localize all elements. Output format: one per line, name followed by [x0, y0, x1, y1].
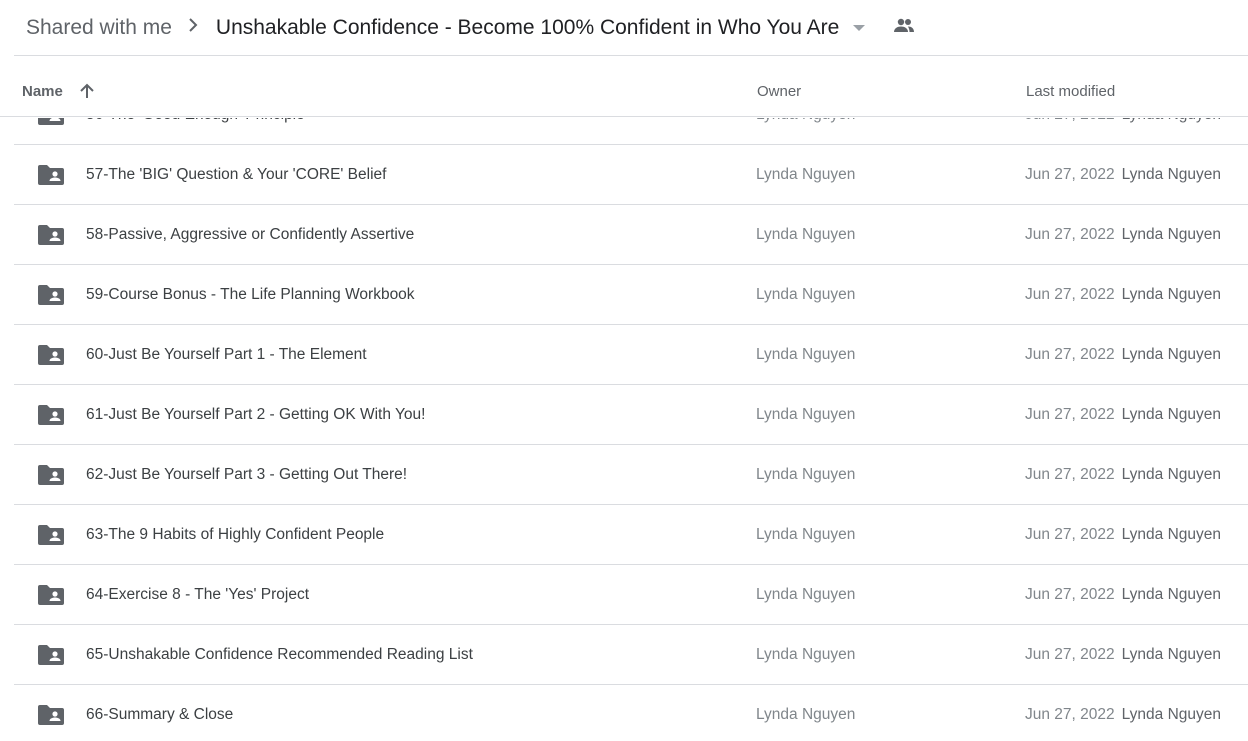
modified-by: Lynda Nguyen — [1121, 226, 1222, 243]
modified-date: Jun 27, 2022 — [1025, 406, 1115, 423]
modified-date: Jun 27, 2022 — [1025, 346, 1115, 363]
shared-folder-icon — [38, 165, 64, 190]
table-row[interactable]: 63-The 9 Habits of Highly Confident Peop… — [14, 505, 1248, 565]
last-modified: Jun 27, 2022 Lynda Nguyen — [1025, 706, 1221, 724]
modified-date: Jun 27, 2022 — [1025, 466, 1115, 483]
shared-folder-icon — [38, 645, 64, 670]
file-list: 56-The 'Good Enough' Principle Lynda Ngu… — [0, 118, 1248, 741]
file-name[interactable]: 61-Just Be Yourself Part 2 - Getting OK … — [86, 406, 425, 424]
file-name[interactable]: 59-Course Bonus - The Life Planning Work… — [86, 286, 415, 304]
file-name[interactable]: 65-Unshakable Confidence Recommended Rea… — [86, 646, 473, 664]
column-last-modified[interactable]: Last modified — [1026, 83, 1115, 100]
modified-date: Jun 27, 2022 — [1025, 118, 1115, 123]
owner: Lynda Nguyen — [756, 646, 856, 663]
column-header: Name Owner Last modified — [0, 70, 1248, 117]
breadcrumb: Shared with me Unshakable Confidence - B… — [0, 0, 1248, 55]
file-name[interactable]: 60-Just Be Yourself Part 1 - The Element — [86, 346, 367, 364]
modified-by: Lynda Nguyen — [1121, 586, 1222, 603]
modified-by: Lynda Nguyen — [1121, 466, 1222, 483]
modified-date: Jun 27, 2022 — [1025, 166, 1115, 183]
table-row[interactable]: 56-The 'Good Enough' Principle Lynda Ngu… — [14, 118, 1248, 145]
file-name[interactable]: 57-The 'BIG' Question & Your 'CORE' Beli… — [86, 166, 386, 184]
table-row[interactable]: 66-Summary & Close Lynda Nguyen Jun 27, … — [14, 685, 1248, 741]
modified-by: Lynda Nguyen — [1122, 118, 1221, 123]
last-modified: Jun 27, 2022 Lynda Nguyen — [1025, 286, 1221, 304]
last-modified: Jun 27, 2022 Lynda Nguyen — [1025, 526, 1221, 544]
table-row[interactable]: 62-Just Be Yourself Part 3 - Getting Out… — [14, 445, 1248, 505]
shared-folder-icon — [38, 118, 64, 130]
last-modified: Jun 27, 2022 Lynda Nguyen — [1025, 646, 1221, 664]
owner: Lynda Nguyen — [756, 466, 856, 483]
chevron-right-icon — [188, 16, 198, 39]
table-row[interactable]: 57-The 'BIG' Question & Your 'CORE' Beli… — [14, 145, 1248, 205]
table-row[interactable]: 60-Just Be Yourself Part 1 - The Element… — [14, 325, 1248, 385]
table-row[interactable]: 65-Unshakable Confidence Recommended Rea… — [14, 625, 1248, 685]
file-name[interactable]: 58-Passive, Aggressive or Confidently As… — [86, 226, 414, 244]
table-row[interactable]: 64-Exercise 8 - The 'Yes' Project Lynda … — [14, 565, 1248, 625]
file-name[interactable]: 64-Exercise 8 - The 'Yes' Project — [86, 586, 309, 604]
owner: Lynda Nguyen — [756, 166, 856, 183]
table-row[interactable]: 61-Just Be Yourself Part 2 - Getting OK … — [14, 385, 1248, 445]
shared-folder-icon — [38, 585, 64, 610]
people-icon[interactable] — [893, 17, 915, 38]
last-modified: Jun 27, 2022 Lynda Nguyen — [1025, 226, 1221, 244]
shared-folder-icon — [38, 465, 64, 490]
last-modified: Jun 27, 2022 Lynda Nguyen — [1025, 118, 1221, 124]
shared-folder-icon — [38, 225, 64, 250]
breadcrumb-current-folder[interactable]: Unshakable Confidence - Become 100% Conf… — [216, 16, 839, 40]
modified-date: Jun 27, 2022 — [1025, 706, 1115, 723]
modified-date: Jun 27, 2022 — [1025, 646, 1115, 663]
breadcrumb-shared-with-me[interactable]: Shared with me — [26, 16, 172, 40]
arrow-up-icon[interactable] — [78, 82, 96, 104]
modified-date: Jun 27, 2022 — [1025, 526, 1115, 543]
file-name[interactable]: 62-Just Be Yourself Part 3 - Getting Out… — [86, 466, 407, 484]
column-owner[interactable]: Owner — [757, 83, 801, 100]
file-name[interactable]: 56-The 'Good Enough' Principle — [86, 118, 305, 124]
shared-folder-icon — [38, 525, 64, 550]
last-modified: Jun 27, 2022 Lynda Nguyen — [1025, 346, 1221, 364]
modified-date: Jun 27, 2022 — [1025, 586, 1115, 603]
modified-by: Lynda Nguyen — [1121, 346, 1222, 363]
last-modified: Jun 27, 2022 Lynda Nguyen — [1025, 466, 1221, 484]
owner: Lynda Nguyen — [756, 526, 856, 543]
column-name[interactable]: Name — [22, 83, 63, 100]
modified-by: Lynda Nguyen — [1121, 406, 1222, 423]
owner: Lynda Nguyen — [756, 286, 856, 303]
modified-by: Lynda Nguyen — [1121, 526, 1222, 543]
shared-folder-icon — [38, 705, 64, 730]
modified-date: Jun 27, 2022 — [1025, 226, 1115, 243]
caret-down-icon[interactable] — [853, 24, 866, 31]
shared-folder-icon — [38, 405, 64, 430]
shared-folder-icon — [38, 345, 64, 370]
owner: Lynda Nguyen — [756, 118, 855, 124]
file-name[interactable]: 63-The 9 Habits of Highly Confident Peop… — [86, 526, 384, 544]
owner: Lynda Nguyen — [756, 346, 856, 363]
owner: Lynda Nguyen — [756, 226, 856, 243]
file-name[interactable]: 66-Summary & Close — [86, 706, 233, 724]
last-modified: Jun 27, 2022 Lynda Nguyen — [1025, 406, 1221, 424]
owner: Lynda Nguyen — [756, 586, 856, 603]
owner: Lynda Nguyen — [756, 406, 856, 423]
modified-by: Lynda Nguyen — [1121, 646, 1222, 663]
modified-by: Lynda Nguyen — [1121, 166, 1222, 183]
divider — [14, 55, 1248, 56]
shared-folder-icon — [38, 285, 64, 310]
modified-by: Lynda Nguyen — [1121, 286, 1222, 303]
last-modified: Jun 27, 2022 Lynda Nguyen — [1025, 166, 1221, 184]
owner: Lynda Nguyen — [756, 706, 856, 723]
last-modified: Jun 27, 2022 Lynda Nguyen — [1025, 586, 1221, 604]
modified-date: Jun 27, 2022 — [1025, 286, 1115, 303]
table-row[interactable]: 58-Passive, Aggressive or Confidently As… — [14, 205, 1248, 265]
modified-by: Lynda Nguyen — [1121, 706, 1222, 723]
table-row[interactable]: 59-Course Bonus - The Life Planning Work… — [14, 265, 1248, 325]
